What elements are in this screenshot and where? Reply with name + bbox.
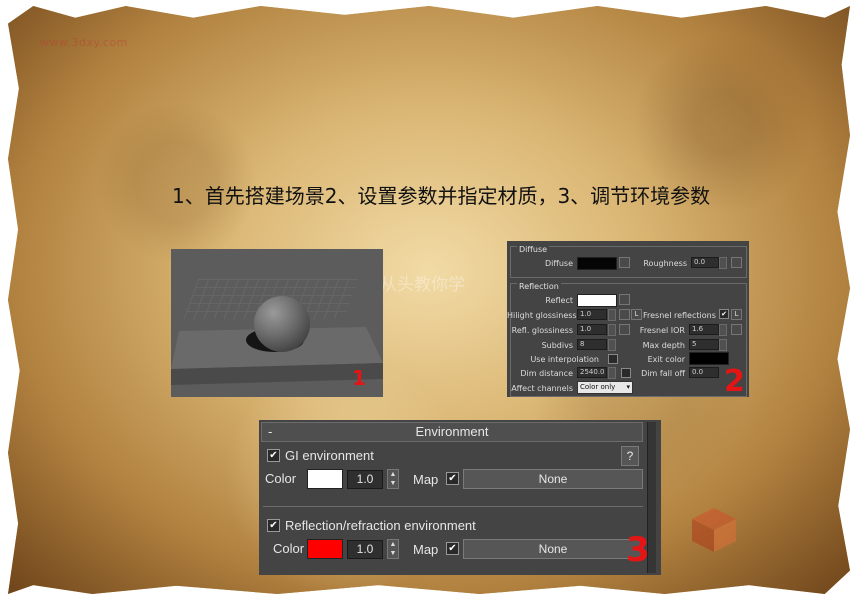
cube-logo-icon — [692, 508, 736, 552]
gi-color-label: Color — [265, 471, 297, 486]
sphere-object[interactable] — [254, 296, 310, 352]
refl-glossiness-label: Refl. glossiness — [511, 326, 573, 335]
environment-rollout-header[interactable]: - Environment — [261, 422, 643, 442]
refl-multiplier-spinner[interactable]: ▲ ▼ — [387, 539, 399, 559]
page-heading: 1、首先搭建场景2、设置参数并指定材质，3、调节环境参数 — [172, 184, 711, 208]
step-marker-2: 2 — [724, 364, 745, 399]
dim-distance-spinner[interactable] — [608, 367, 616, 379]
gi-map-button[interactable]: None — [463, 469, 643, 489]
subdivs-field[interactable]: 8 — [577, 339, 607, 350]
gi-map-label: Map — [413, 472, 439, 487]
dim-falloff-field[interactable]: 0.0 — [689, 367, 719, 378]
diffuse-group-title: Diffuse — [517, 245, 550, 254]
refl-glossiness-spinner[interactable] — [608, 324, 616, 336]
roughness-spinner[interactable] — [719, 257, 727, 269]
fresnel-reflections-label: Fresnel reflections — [643, 311, 716, 320]
max-depth-label: Max depth — [642, 341, 685, 350]
refl-color-swatch[interactable] — [307, 539, 343, 559]
hilight-glossiness-field[interactable]: 1.0 — [577, 309, 607, 320]
diffuse-label: Diffuse — [544, 259, 573, 268]
refl-multiplier-field[interactable]: 1.0 — [347, 540, 383, 559]
roughness-label: Roughness — [643, 259, 687, 268]
refl-map-label: Map — [413, 542, 439, 557]
step-marker-3: 3 — [626, 530, 650, 570]
fresnel-reflections-checkbox[interactable]: ✔ — [719, 309, 729, 319]
max-depth-field[interactable]: 5 — [689, 339, 719, 350]
material-parameters-panel: Diffuse Diffuse Roughness 0.0 Reflection… — [507, 241, 749, 397]
gi-map-checkbox[interactable]: ✔ — [446, 472, 459, 485]
gi-multiplier-field[interactable]: 1.0 — [347, 470, 383, 489]
affect-channels-dropdown[interactable]: Color only ▾ — [577, 381, 633, 394]
hilight-map-button[interactable] — [619, 309, 630, 320]
subdivs-spinner[interactable] — [608, 339, 616, 351]
reflect-map-button[interactable] — [619, 294, 630, 305]
refl-map-button[interactable]: None — [463, 539, 643, 559]
fresnel-ior-label: Fresnel IOR — [639, 326, 685, 335]
help-button[interactable]: ? — [621, 446, 639, 466]
reflection-environment-label: Reflection/refraction environment — [285, 518, 476, 533]
gi-environment-label: GI environment — [285, 448, 374, 463]
step-marker-1: 1 — [352, 366, 366, 390]
affect-channels-label: Affect channels — [511, 384, 573, 393]
dim-distance-label: Dim distance — [520, 369, 573, 378]
refl-color-label: Color — [273, 541, 305, 556]
use-interpolation-label: Use interpolation — [530, 355, 599, 364]
fresnel-ior-map-button[interactable] — [731, 324, 742, 335]
roughness-map-button[interactable] — [731, 257, 742, 268]
gi-multiplier-spinner[interactable]: ▲ ▼ — [387, 469, 399, 489]
affect-channels-value: Color only — [580, 383, 616, 391]
max-depth-spinner[interactable] — [719, 339, 727, 351]
refl-map-checkbox[interactable]: ✔ — [446, 542, 459, 555]
use-interpolation-checkbox[interactable] — [608, 354, 618, 364]
hilight-lock-button[interactable]: L — [631, 309, 642, 320]
refl-glossiness-field[interactable]: 1.0 — [577, 324, 607, 335]
reflection-environment-checkbox[interactable]: ✔ — [267, 519, 280, 532]
dim-falloff-label: Dim fall off — [641, 369, 685, 378]
environment-title: Environment — [415, 424, 489, 439]
environment-panel: - Environment ✔ GI environment ? Color 1… — [259, 420, 661, 575]
subdivs-label: Subdivs — [541, 341, 573, 350]
gi-color-swatch[interactable] — [307, 469, 343, 489]
reflect-label: Reflect — [545, 296, 573, 305]
roughness-field[interactable]: 0.0 — [691, 257, 719, 268]
reflection-group-title: Reflection — [517, 282, 561, 291]
background-watermark: 从头教你学 — [380, 275, 465, 295]
watermark-url: www.3dxy.com — [40, 36, 128, 49]
gi-environment-checkbox[interactable]: ✔ — [267, 449, 280, 462]
fresnel-lock-button[interactable]: L — [731, 309, 742, 320]
dim-distance-field[interactable]: 2540.0 — [577, 367, 607, 378]
fresnel-ior-field[interactable]: 1.6 — [689, 324, 719, 335]
hilight-glossiness-spinner[interactable] — [608, 309, 616, 321]
hilight-glossiness-label: Hilight glossiness — [507, 311, 577, 320]
separator — [263, 506, 643, 507]
exit-color-swatch[interactable] — [689, 352, 729, 365]
fresnel-ior-spinner[interactable] — [719, 324, 727, 336]
diffuse-color-swatch[interactable] — [577, 257, 617, 270]
chevron-down-icon: ▾ — [626, 383, 630, 391]
reflect-color-swatch[interactable] — [577, 294, 617, 307]
diffuse-map-button[interactable] — [619, 257, 630, 268]
exit-color-label: Exit color — [647, 355, 685, 364]
